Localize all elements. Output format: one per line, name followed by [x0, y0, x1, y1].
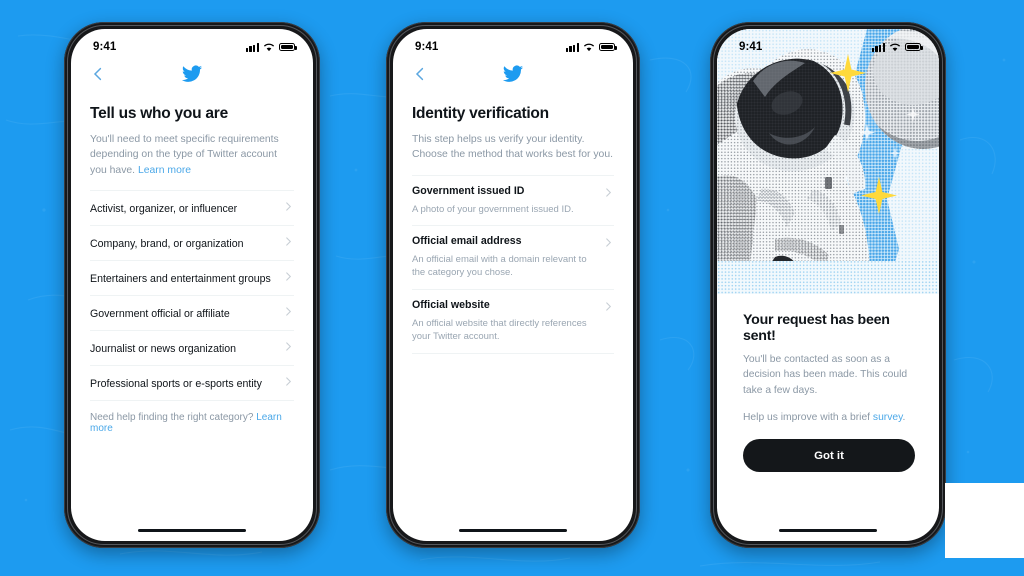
chevron-right-icon: [286, 307, 292, 316]
screen-identity-verification: 9:41 Identity verification This step hel…: [393, 29, 633, 541]
list-item-label: Official email address: [412, 235, 522, 248]
cellular-bars-icon: [871, 42, 885, 52]
list-item[interactable]: Company, brand, or organization: [90, 225, 294, 260]
list-item-label: Official website: [412, 298, 490, 311]
chevron-right-icon: [286, 202, 292, 211]
list-item[interactable]: Official email address An official email…: [412, 225, 614, 289]
list-item[interactable]: Government official or affiliate: [90, 295, 294, 330]
status-bar: 9:41: [717, 29, 939, 57]
category-option-list: Activist, organizer, or influencer Compa…: [90, 190, 294, 402]
nav-bar: [393, 57, 633, 91]
list-item-label: Activist, organizer, or influencer: [90, 203, 238, 216]
home-indicator: [779, 528, 877, 532]
survey-prompt: Help us improve with a brief survey.: [743, 412, 915, 423]
white-overlay-card: [945, 483, 1024, 558]
screen-body: Identity verification This step helps us…: [393, 105, 633, 354]
home-indicator: [459, 528, 567, 532]
list-item-label: Government official or affiliate: [90, 308, 230, 321]
chevron-right-icon: [286, 237, 292, 246]
chevron-right-icon: [606, 238, 612, 247]
screen-body: Tell us who you are You'll need to meet …: [71, 105, 313, 434]
survey-prompt-text: Help us improve with a brief: [743, 412, 873, 424]
list-item-description: An official email with a domain relevant…: [412, 253, 587, 279]
got-it-button[interactable]: Got it: [743, 439, 915, 473]
home-indicator: [138, 528, 246, 532]
astronaut-halftone-artwork: [717, 29, 939, 294]
phone-mockup-identity-verification: 9:41 Identity verification This step hel…: [386, 22, 640, 548]
phone-mockup-tell-us-who-you-are: 9:41 Tell us who you are You'll need to: [64, 22, 320, 548]
status-bar-clock: 9:41: [739, 41, 763, 53]
nav-bar: [71, 57, 313, 91]
page-title: Identity verification: [412, 105, 549, 122]
list-item-label: Company, brand, or organization: [90, 238, 244, 251]
footnote-text: Need help finding the right category?: [90, 412, 257, 424]
list-item-label: Entertainers and entertainment groups: [90, 273, 271, 286]
list-item-label: Journalist or news organization: [90, 343, 237, 356]
list-item-label: Government issued ID: [412, 184, 525, 197]
page-title: Tell us who you are: [90, 105, 228, 122]
chevron-right-icon: [286, 342, 292, 351]
verification-method-list: Government issued ID A photo of your gov…: [412, 174, 614, 354]
astronaut-halftone-collage: [717, 29, 939, 294]
cellular-bars-icon: [245, 42, 259, 52]
status-bar-clock: 9:41: [415, 41, 439, 53]
wifi-icon: [263, 43, 275, 51]
twitter-bird-icon: [181, 65, 203, 82]
status-bar: 9:41: [393, 29, 633, 57]
chevron-left-icon[interactable]: [413, 67, 427, 81]
chevron-right-icon: [286, 272, 292, 281]
category-help-footnote: Need help finding the right category? Le…: [90, 412, 294, 434]
survey-link[interactable]: survey: [873, 412, 903, 423]
list-item-description: A photo of your government issued ID.: [412, 203, 574, 215]
page-subtitle: You'll be contacted as soon as a decisio…: [743, 354, 908, 396]
request-sent-panel: Your request has been sent! You'll be co…: [717, 294, 939, 473]
twitter-bird-icon: [502, 65, 524, 82]
list-item[interactable]: Government issued ID A photo of your gov…: [412, 174, 614, 225]
page-title: Your request has been sent!: [743, 312, 890, 344]
phone-mockup-request-sent: 9:41 Your request has been sent! You'll …: [710, 22, 946, 548]
list-item[interactable]: Entertainers and entertainment groups: [90, 260, 294, 295]
chevron-right-icon: [286, 377, 292, 386]
list-item-description: An official website that directly refere…: [412, 317, 587, 343]
status-bar-clock: 9:41: [93, 41, 117, 53]
list-item[interactable]: Journalist or news organization: [90, 330, 294, 365]
page-subtitle: You'll need to meet specific requirement…: [90, 132, 294, 178]
chevron-left-icon[interactable]: [91, 67, 105, 81]
battery-full-icon: [905, 42, 923, 52]
wifi-icon: [583, 43, 595, 51]
chevron-right-icon: [606, 302, 612, 311]
list-item[interactable]: Activist, organizer, or influencer: [90, 190, 294, 225]
list-item[interactable]: Official website An official website tha…: [412, 288, 614, 354]
learn-more-link[interactable]: Learn more: [138, 165, 191, 176]
wifi-icon: [889, 43, 901, 51]
survey-prompt-suffix: .: [902, 412, 906, 424]
list-item[interactable]: Professional sports or e-sports entity: [90, 365, 294, 402]
battery-full-icon: [599, 42, 617, 52]
battery-full-icon: [279, 42, 297, 52]
screen-request-sent: 9:41 Your request has been sent! You'll …: [717, 29, 939, 541]
cellular-bars-icon: [565, 42, 579, 52]
page-subtitle: This step helps us verify your identity.…: [412, 134, 613, 161]
chevron-right-icon: [606, 188, 612, 197]
status-bar: 9:41: [71, 29, 313, 57]
screen-tell-us-who-you-are: 9:41 Tell us who you are You'll need to: [71, 29, 313, 541]
list-item-label: Professional sports or e-sports entity: [90, 378, 262, 391]
